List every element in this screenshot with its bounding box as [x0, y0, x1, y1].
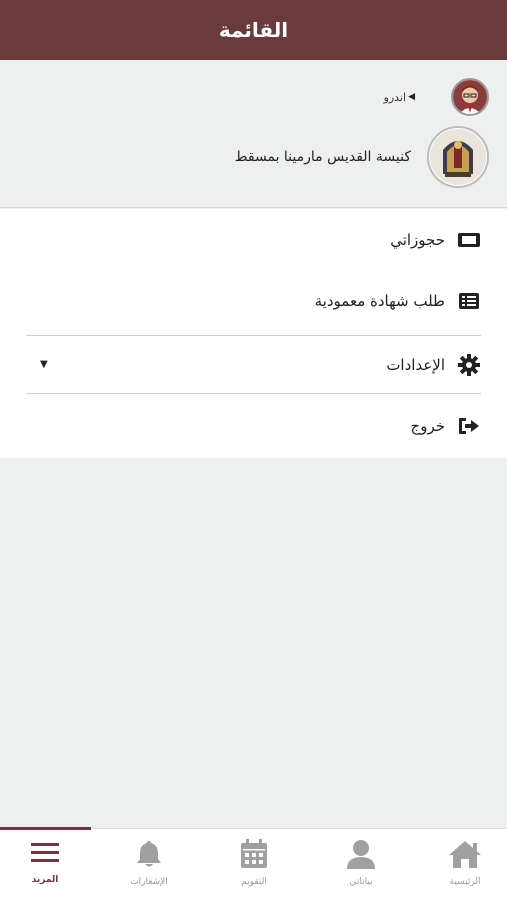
- tab-label: بياناتي: [349, 877, 373, 887]
- caret-left-icon: ◀: [408, 92, 415, 102]
- gear-icon: [457, 353, 481, 377]
- menu-item-label: حجوزاتي: [390, 231, 445, 249]
- list-icon: [457, 289, 481, 313]
- tab-calendar[interactable]: التقويم: [209, 839, 299, 895]
- user-row: اندرو ◀: [384, 78, 489, 116]
- ticket-icon: [457, 228, 481, 252]
- menu-icon: [29, 839, 61, 871]
- calendar-icon: [240, 839, 268, 873]
- chevron-down-icon[interactable]: ▼: [40, 359, 48, 370]
- menu-item-reservations[interactable]: حجوزاتي: [26, 220, 481, 260]
- page-title: القائمة: [218, 18, 289, 42]
- menu-list: حجوزاتي طلب شهادة معمودية الإعدادات ▼ خر…: [0, 209, 507, 458]
- tab-label: الإشعارات: [130, 877, 168, 887]
- divider: [26, 393, 481, 394]
- tab-my-data[interactable]: بياناتي: [316, 839, 406, 895]
- tab-home[interactable]: الرئيسية: [420, 839, 507, 895]
- menu-item-logout[interactable]: خروج: [26, 406, 481, 446]
- tab-label: الرئيسية: [449, 877, 481, 887]
- tab-label: التقويم: [241, 877, 267, 887]
- user-name: اندرو: [383, 90, 407, 104]
- menu-item-settings[interactable]: الإعدادات: [26, 345, 481, 385]
- church-row: كنيسة القديس مارمينا بمسقط: [235, 126, 489, 188]
- menu-item-baptism-certificate[interactable]: طلب شهادة معمودية: [26, 281, 481, 321]
- menu-item-label: الإعدادات: [386, 356, 445, 374]
- menu-item-label: خروج: [410, 417, 445, 435]
- home-icon: [447, 839, 483, 873]
- sign-out-icon: [457, 414, 481, 438]
- active-tab-indicator: [0, 827, 91, 830]
- divider: [26, 335, 481, 336]
- user-icon: [346, 839, 376, 873]
- avatar[interactable]: [451, 78, 489, 116]
- bell-icon: [134, 839, 164, 873]
- church-name: كنيسة القديس مارمينا بمسقط: [234, 149, 411, 165]
- user-account-link[interactable]: اندرو ◀: [384, 91, 419, 104]
- tab-more[interactable]: المزيد: [0, 839, 90, 895]
- tab-notifications[interactable]: الإشعارات: [104, 839, 194, 895]
- profile-section: اندرو ◀ كنيسة القديس مارمينا بمسقط: [0, 60, 507, 208]
- tab-label: المزيد: [31, 875, 59, 885]
- app-header: القائمة: [0, 0, 507, 60]
- church-logo: [427, 126, 489, 188]
- bottom-tab-bar: المزيد الإشعارات التقويم بياناتي الرئيسي…: [0, 827, 507, 900]
- menu-item-label: طلب شهادة معمودية: [314, 292, 445, 310]
